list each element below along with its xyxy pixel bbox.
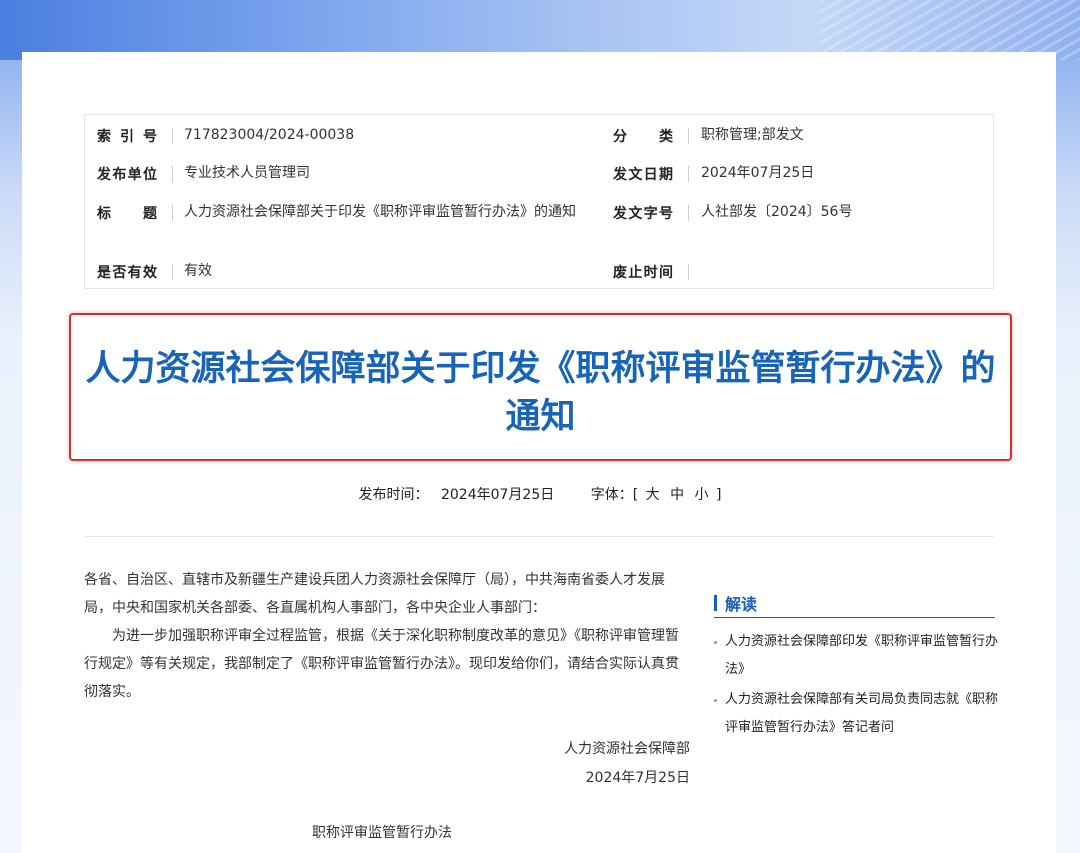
separator	[688, 166, 689, 182]
validity-label: 是否有效	[97, 265, 157, 281]
separator	[172, 166, 173, 182]
validity-value: 有效	[184, 263, 212, 279]
title-label: 标 题	[97, 206, 157, 222]
index-number-label: 索 引 号	[97, 129, 157, 145]
font-size-close: ]	[715, 487, 722, 503]
category-label: 分 类	[613, 129, 673, 145]
attachment-title: 职称评审监管暂行办法	[312, 825, 452, 841]
publisher-label: 发布单位	[97, 167, 157, 183]
issue-date-value: 2024年07月25日	[701, 165, 815, 181]
article-body: 各省、自治区、直辖市及新疆生产建设兵团人力资源社会保障厅（局），中共海南省委人才…	[84, 566, 690, 706]
interpretation-heading: 解读	[725, 595, 758, 614]
recipients-paragraph: 各省、自治区、直辖市及新疆生产建设兵团人力资源社会保障厅（局），中共海南省委人才…	[84, 572, 665, 616]
issue-date-label: 发文日期	[613, 167, 673, 183]
doc-number-value: 人社部发〔2024〕56号	[701, 204, 853, 220]
signature-date: 2024年7月25日	[585, 770, 690, 786]
separator	[688, 264, 689, 280]
font-small-button[interactable]: 小	[692, 484, 712, 504]
interpretation-link-text: 人力资源社会保障部印发《职称评审监管暂行办法》	[725, 634, 999, 677]
interpretation-link-1[interactable]: 人力资源社会保障部印发《职称评审监管暂行办法》	[714, 628, 999, 684]
publish-time-label: 发布时间：	[358, 487, 429, 503]
interpretation-header: 解读	[714, 591, 995, 618]
signature: 人力资源社会保障部	[564, 741, 690, 757]
separator	[172, 205, 173, 221]
interpretation-list: 人力资源社会保障部印发《职称评审监管暂行办法》 人力资源社会保障部有关司局负责同…	[714, 628, 999, 744]
font-large-button[interactable]: 大	[643, 484, 663, 504]
expiry-label: 废止时间	[613, 265, 673, 281]
separator	[172, 128, 173, 144]
interpretation-link-text: 人力资源社会保障部有关司局负责同志就《职称评审监管暂行办法》答记者问	[725, 692, 999, 735]
publish-info-line: 发布时间： 2024年07月25日 字体：[ 大 中 小 ]	[0, 484, 1080, 504]
separator	[688, 128, 689, 144]
publish-time-value: 2024年07月25日	[440, 487, 555, 503]
doc-number-label: 发文字号	[613, 206, 673, 222]
interpretation-link-2[interactable]: 人力资源社会保障部有关司局负责同志就《职称评审监管暂行办法》答记者问	[714, 686, 999, 742]
separator	[688, 205, 689, 221]
separator	[172, 264, 173, 280]
document-info-table: 索 引 号 717823004/2024-00038 分 类 职称管理;部发文 …	[84, 114, 994, 289]
header-accent-bar	[714, 595, 717, 611]
body-paragraph: 为进一步加强职称评审全过程监管，根据《关于深化职称制度改革的意见》《职称评审管理…	[84, 628, 679, 700]
divider	[84, 536, 994, 537]
title-value: 人力资源社会保障部关于印发《职称评审监管暂行办法》的通知	[184, 204, 576, 220]
bullet-icon	[714, 699, 717, 702]
font-size-label: 字体：[	[590, 487, 639, 503]
article-title: 人力资源社会保障部关于印发《职称评审监管暂行办法》的通知	[85, 349, 996, 437]
font-medium-button[interactable]: 中	[667, 484, 687, 504]
category-value: 职称管理;部发文	[701, 127, 804, 143]
title-highlight-box: 人力资源社会保障部关于印发《职称评审监管暂行办法》的通知	[69, 313, 1012, 461]
bullet-icon	[714, 641, 717, 644]
index-number-value: 717823004/2024-00038	[184, 127, 355, 143]
header-banner	[0, 0, 1080, 60]
publisher-value: 专业技术人员管理司	[184, 165, 310, 181]
